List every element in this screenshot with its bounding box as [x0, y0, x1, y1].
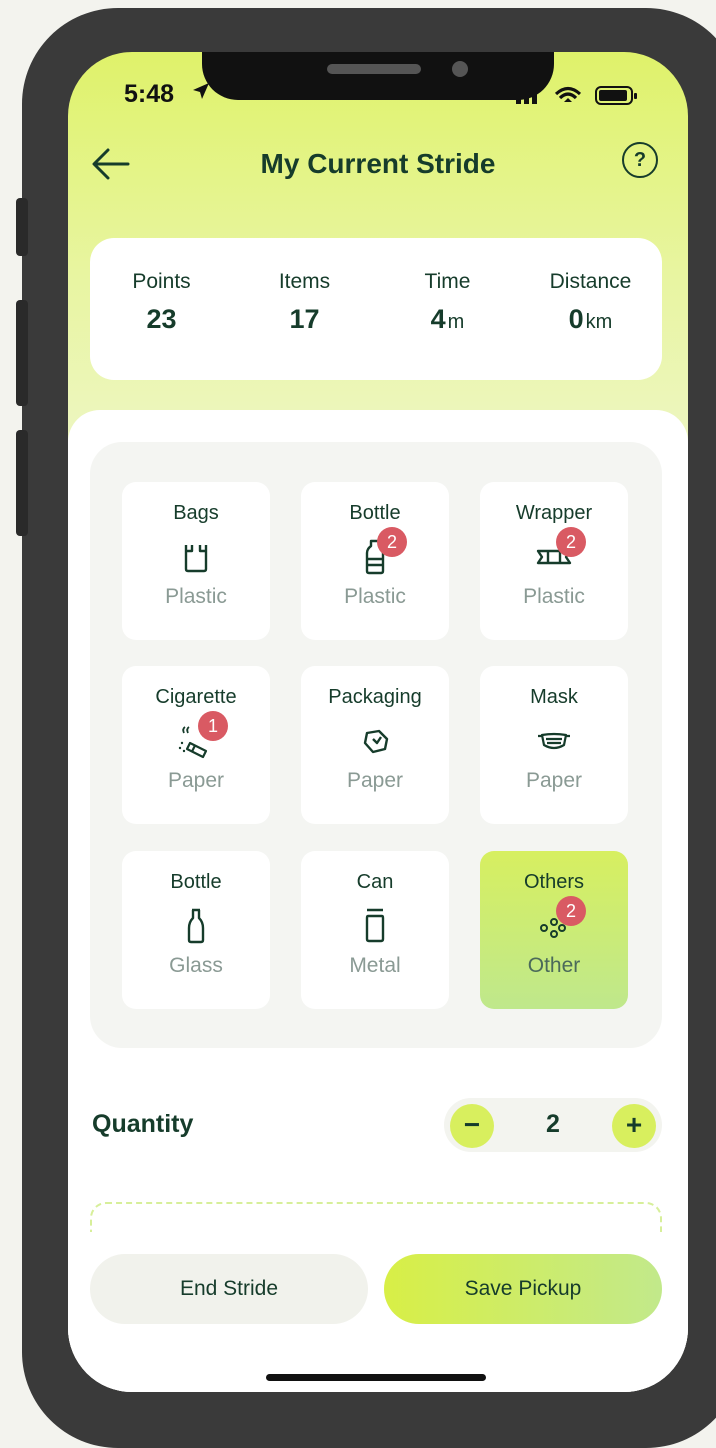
category-tile-wrapper[interactable]: Wrapper 2 Plastic: [480, 482, 628, 640]
stat-label: Points: [132, 270, 191, 293]
category-tile-mask[interactable]: Mask Paper: [480, 666, 628, 824]
can-icon: [355, 906, 395, 946]
notch: [202, 52, 554, 100]
help-icon[interactable]: ?: [622, 142, 658, 178]
stat-value: 17: [289, 304, 320, 334]
category-tile-bottle-glass[interactable]: Bottle Glass: [122, 851, 270, 1009]
category-name: Can: [356, 871, 394, 893]
category-tile-can[interactable]: Can Metal: [301, 851, 449, 1009]
category-material: Plastic: [165, 585, 227, 608]
app-screen: 5:48 My Current Stride ? Points 23 Items…: [68, 52, 688, 1392]
location-arrow-icon: [192, 82, 210, 106]
header: My Current Stride ?: [68, 142, 688, 192]
page-title: My Current Stride: [260, 148, 496, 179]
volume-down-button: [16, 430, 28, 536]
stat-unit: m: [447, 311, 465, 333]
count-badge: 2: [377, 527, 407, 557]
quantity-label: Quantity: [92, 1110, 194, 1138]
category-name: Bags: [173, 502, 219, 524]
wifi-icon: [554, 86, 582, 102]
category-material: Paper: [346, 769, 404, 792]
stat-label: Time: [424, 270, 471, 293]
stat-unit: km: [585, 311, 613, 333]
home-indicator: [266, 1374, 486, 1381]
category-material: Plastic: [344, 585, 406, 608]
speaker: [327, 64, 421, 74]
stat-time: Time 4m: [376, 270, 519, 335]
category-material: Glass: [169, 954, 223, 977]
quantity-stepper: − 2 +: [444, 1098, 662, 1152]
save-pickup-button[interactable]: Save Pickup: [384, 1254, 662, 1324]
category-tile-bags[interactable]: Bags Plastic: [122, 482, 270, 640]
plastic-bottle-icon: 2: [355, 527, 407, 577]
stat-value: 23: [146, 304, 177, 334]
category-tile-packaging[interactable]: Packaging Paper: [301, 666, 449, 824]
category-tile-cigarette[interactable]: Cigarette 1 Paper: [122, 666, 270, 824]
camera: [452, 61, 468, 77]
category-name: Bottle: [170, 871, 222, 893]
bottom-action-bar: End Stride Save Pickup: [68, 1232, 688, 1392]
category-material: Paper: [525, 769, 583, 792]
category-name: Bottle: [349, 502, 401, 524]
battery-icon: [595, 86, 637, 105]
category-material: Paper: [167, 769, 225, 792]
category-material: Other: [527, 954, 581, 977]
category-material: Plastic: [523, 585, 585, 608]
category-name: Packaging: [328, 686, 422, 708]
status-time: 5:48: [124, 80, 175, 108]
cigarette-icon: 1: [176, 711, 228, 761]
stat-points: Points 23: [90, 270, 233, 335]
packaging-icon: [355, 721, 395, 761]
increment-button[interactable]: +: [612, 1104, 656, 1148]
category-name: Mask: [530, 686, 578, 708]
wrapper-icon: 2: [534, 527, 586, 577]
stat-label: Items: [278, 270, 331, 293]
bag-icon: [176, 537, 216, 577]
category-tile-bottle-plastic[interactable]: Bottle 2 Plastic: [301, 482, 449, 640]
category-name: Cigarette: [155, 686, 237, 708]
stat-distance: Distance 0 km: [519, 270, 662, 335]
stat-value: 0 km: [568, 304, 613, 334]
volume-up-button: [16, 300, 28, 406]
mask-icon: [534, 721, 574, 761]
glass-bottle-icon: [176, 906, 216, 946]
mute-switch: [16, 198, 28, 256]
category-tile-others[interactable]: Others 2 Other: [480, 851, 628, 1009]
count-badge: 2: [556, 896, 586, 926]
category-name: Others: [523, 871, 585, 893]
category-material: Metal: [349, 954, 401, 977]
end-stride-button[interactable]: End Stride: [90, 1254, 368, 1324]
count-badge: 2: [556, 527, 586, 557]
category-name: Wrapper: [515, 502, 593, 524]
stats-card: Points 23 Items 17 Time 4m Distance 0 km: [90, 238, 662, 380]
category-grid: Bags Plastic Bottle 2 Plastic Wrapper 2: [90, 442, 662, 1048]
count-badge: 1: [198, 711, 228, 741]
others-icon: 2: [534, 896, 586, 946]
stat-value: 4m: [430, 304, 465, 334]
stat-items: Items 17: [233, 270, 376, 335]
stat-label: Distance: [549, 270, 632, 293]
